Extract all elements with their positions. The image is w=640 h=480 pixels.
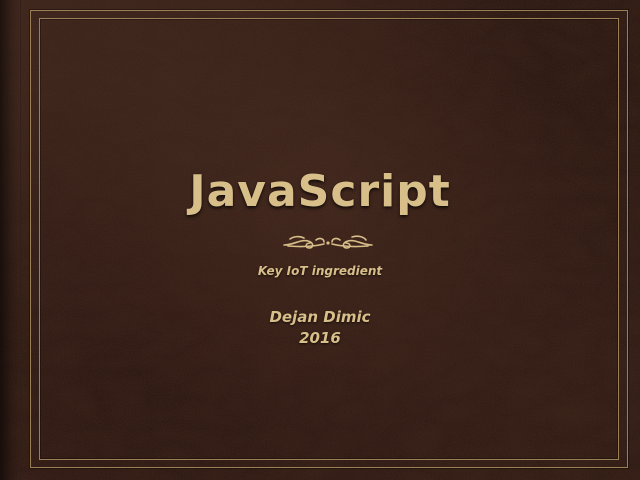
slide-year: 2016 <box>299 329 341 347</box>
book-spine-shadow <box>0 0 21 480</box>
slide-title: JavaScript <box>189 166 451 217</box>
slide: JavaScript Key IoT ingredient Dejan Dimi… <box>0 0 640 480</box>
flourish-divider-icon <box>283 235 373 249</box>
slide-subtitle: Key IoT ingredient <box>257 264 383 278</box>
author-name: Dejan Dimic <box>269 308 371 326</box>
